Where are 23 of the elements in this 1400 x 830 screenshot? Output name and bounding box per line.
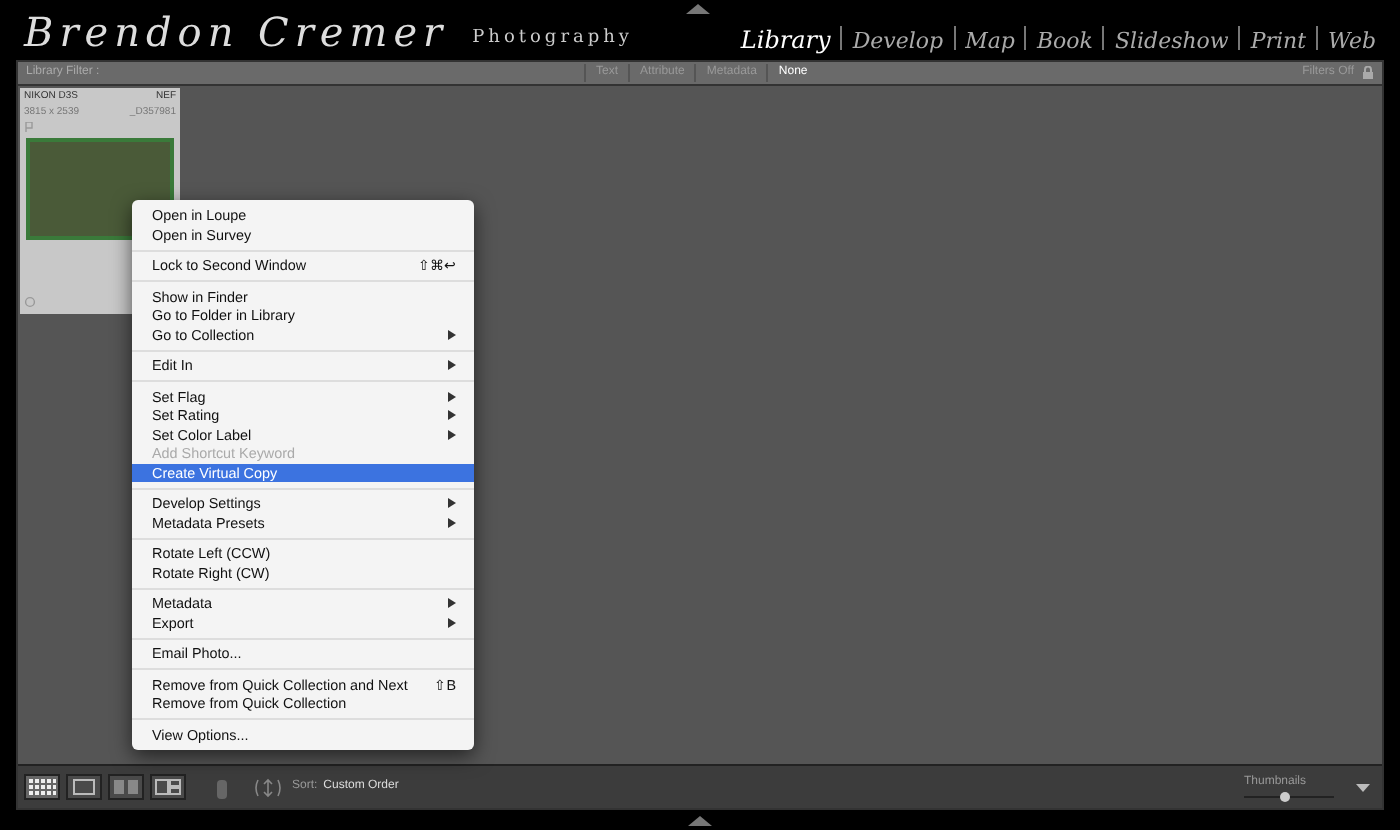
slider-thumb[interactable]	[1279, 791, 1290, 801]
survey-view-icon	[154, 778, 182, 796]
dropdown-arrow-icon[interactable]	[1356, 783, 1370, 791]
logo-tagline: Photography	[472, 25, 634, 51]
module-tab[interactable]: Develop	[852, 30, 944, 52]
view-mode-button[interactable]	[66, 774, 102, 800]
panel-toggle-icon[interactable]	[688, 815, 712, 825]
grid-view-icon	[28, 778, 56, 796]
module-tab[interactable]: Library	[740, 28, 831, 52]
module-tab[interactable]: Map	[965, 30, 1015, 52]
module-tab[interactable]: Print	[1250, 30, 1307, 52]
view-mode-button[interactable]	[150, 774, 186, 800]
module-tab[interactable]: Book	[1036, 30, 1093, 52]
sort-direction-icon[interactable]	[254, 777, 282, 797]
module-tab[interactable]: Web	[1328, 30, 1376, 52]
logo: Brendon Cremer	[24, 12, 449, 52]
view-mode-button[interactable]	[24, 774, 60, 800]
submenu-arrow-icon	[448, 360, 456, 371]
loupe-view-icon	[70, 778, 98, 796]
module-tab[interactable]: Slideshow	[1114, 30, 1229, 52]
compare-view-icon	[112, 778, 140, 796]
submenu-arrow-icon	[448, 329, 456, 340]
panel-toggle-icon[interactable]	[686, 4, 710, 14]
